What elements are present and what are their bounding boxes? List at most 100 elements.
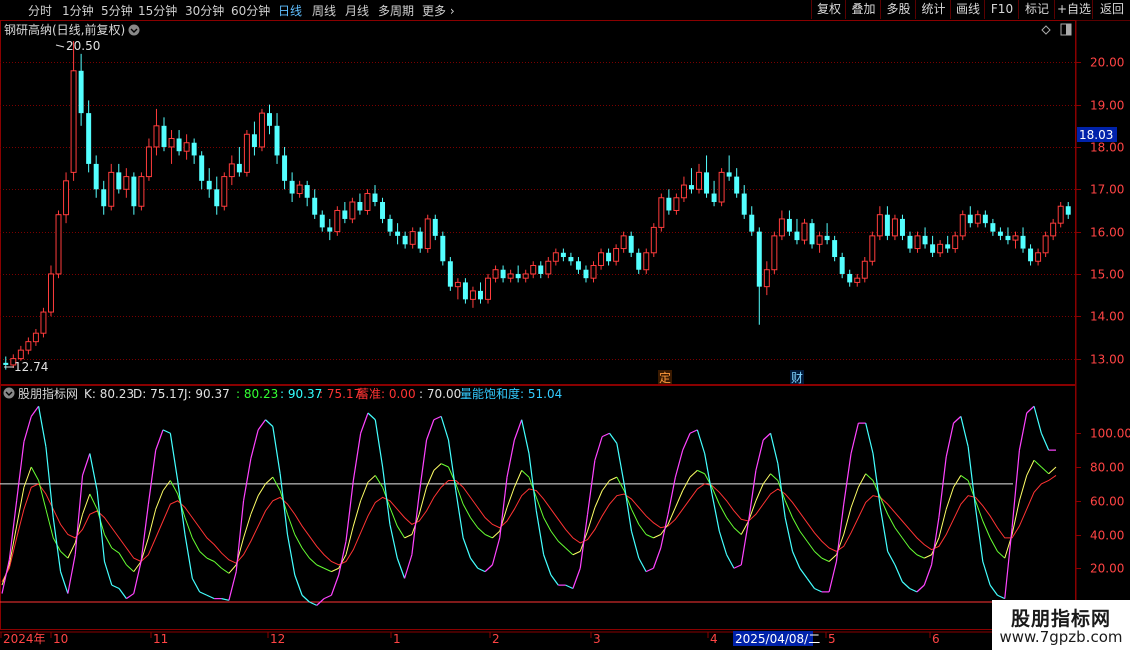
indicator-line-j-segment — [81, 453, 91, 476]
indicator-line-k-segment — [111, 547, 120, 554]
candle-body-down — [93, 163, 99, 190]
indicator-line-j-segment — [469, 557, 479, 569]
indicator-line-j-segment — [814, 587, 823, 593]
candle-body-down — [899, 218, 905, 236]
candle-body-down — [236, 163, 242, 173]
diamond-icon[interactable] — [1041, 25, 1051, 35]
indicator-line-k-segment — [945, 487, 955, 510]
indicator-line-k-segment — [909, 547, 918, 556]
candle-body-up — [718, 171, 725, 203]
price-tick-label: 15.00 — [1090, 268, 1124, 282]
period-tab-3[interactable]: 15分钟 — [138, 2, 177, 19]
candle-body-up — [1042, 235, 1049, 254]
candle-body-down — [440, 235, 446, 262]
main-chart-dropdown-icon[interactable] — [128, 24, 140, 36]
indicator-line-j-segment — [1040, 433, 1050, 451]
candle-body-down — [688, 185, 694, 190]
indicator-line-k-segment — [521, 470, 530, 478]
indicator-line-k-segment — [806, 540, 815, 552]
indicator-line-j-segment — [360, 412, 369, 434]
indicator-line-j-segment — [806, 578, 815, 589]
indicator-value-labels: K: 80.23D: 75.17 J: 90.37: 80.23: 90.37: … — [84, 386, 562, 401]
toolbar-button-5[interactable]: F10 — [984, 0, 1019, 19]
period-tab-10[interactable]: 更多 › — [422, 2, 455, 19]
period-tab-9[interactable]: 多周期 — [378, 2, 414, 19]
indicator-line-k-segment — [828, 554, 837, 562]
candle-body-up — [168, 138, 175, 148]
candle-body-up — [55, 214, 62, 275]
candle-body-down — [161, 125, 167, 147]
indicator-value-label: : 75.17 — [319, 387, 361, 401]
toolbar-button-0[interactable]: 复权 — [811, 0, 846, 19]
time-axis-label: 2024年 — [3, 632, 46, 646]
indicator-line-j-segment — [660, 514, 669, 549]
indicator-line-k-segment — [45, 509, 54, 538]
period-tab-1[interactable]: 1分钟 — [62, 2, 94, 19]
indicator-line-k-segment — [104, 534, 113, 549]
main-chart-title: 钢研高纳(日线,前复权) — [4, 22, 125, 37]
candle-body-down — [794, 231, 800, 241]
candle-body-down — [199, 155, 205, 181]
period-tab-6[interactable]: 日线 — [278, 2, 302, 19]
indicator-dropdown-icon[interactable] — [3, 387, 15, 399]
price-tick-label: 14.00 — [1090, 310, 1124, 324]
candle-body-up — [590, 264, 597, 279]
indicator-line-j-segment — [835, 504, 845, 562]
indicator-line-j-segment — [586, 460, 596, 515]
toolbar-button-4[interactable]: 画线 — [950, 0, 985, 19]
indicator-line-k-segment — [309, 557, 318, 566]
period-tab-2[interactable]: 5分钟 — [101, 2, 133, 19]
toolbar-button-1[interactable]: 叠加 — [845, 0, 881, 19]
period-tab-0[interactable]: 分时 — [28, 2, 52, 19]
indicator-line-k-segment — [477, 527, 486, 535]
candle-body-up — [25, 341, 32, 351]
indicator-line-k-segment — [433, 463, 442, 471]
indicator-line-j-segment — [945, 422, 955, 458]
toolbar-button-2[interactable]: 多股 — [880, 0, 916, 19]
indicator-line-j-segment — [916, 584, 925, 593]
time-axis-label: 2 — [492, 632, 500, 646]
candle-body-up — [123, 176, 130, 190]
indicator-line-j-segment — [1033, 406, 1042, 434]
candle-body-up — [17, 349, 24, 360]
indicator-line-k-segment — [916, 554, 925, 559]
candle-body-down — [500, 269, 506, 279]
indicator-line-k-segment — [118, 552, 127, 566]
candle-body-down — [726, 172, 732, 177]
indicator-line-j-segment — [440, 416, 450, 441]
toolbar-button-3[interactable]: 统计 — [915, 0, 951, 19]
event-marker-ding[interactable]: 定 — [659, 370, 671, 385]
candle-body-down — [839, 257, 845, 274]
candle-body-up — [861, 260, 868, 279]
candle-body-down — [741, 193, 747, 215]
candle-body-up — [70, 70, 77, 173]
indicator-line-k-segment — [674, 490, 684, 508]
candle-body-down — [447, 261, 453, 287]
candle-body-up — [891, 218, 898, 237]
period-tab-5[interactable]: 60分钟 — [231, 2, 270, 19]
indicator-line-k-segment — [257, 483, 266, 496]
indicator-line-k-segment — [587, 507, 596, 532]
toolbar-button-6[interactable]: 标记 — [1018, 0, 1055, 19]
indicator-line-k-segment — [213, 561, 222, 569]
candle-body-up — [801, 222, 808, 241]
indicator-line-k-segment — [718, 503, 728, 518]
toolbar-button-8[interactable]: 返回 — [1092, 0, 1130, 19]
indicator-line-j-segment — [953, 415, 962, 424]
candle-body-down — [380, 202, 386, 219]
toolbar-button-7[interactable]: +自选 — [1054, 0, 1093, 19]
indicator-line-k-segment — [462, 503, 471, 518]
candle-body-up — [771, 235, 778, 271]
indicator-line-k-segment — [513, 470, 523, 488]
candle-body-down — [997, 231, 1003, 236]
indicator-line-j-segment — [850, 422, 859, 454]
event-marker-cai[interactable]: 财 — [791, 371, 803, 385]
period-tab-4[interactable]: 30分钟 — [185, 2, 224, 19]
candle-body-down — [832, 240, 838, 258]
indicator-line-k-segment — [653, 534, 661, 539]
candle-body-down — [628, 235, 634, 253]
period-tab-8[interactable]: 月线 — [345, 2, 369, 19]
candle-body-up — [937, 243, 944, 254]
indicator-line-j-segment — [294, 574, 303, 596]
period-tab-7[interactable]: 周线 — [312, 2, 336, 19]
